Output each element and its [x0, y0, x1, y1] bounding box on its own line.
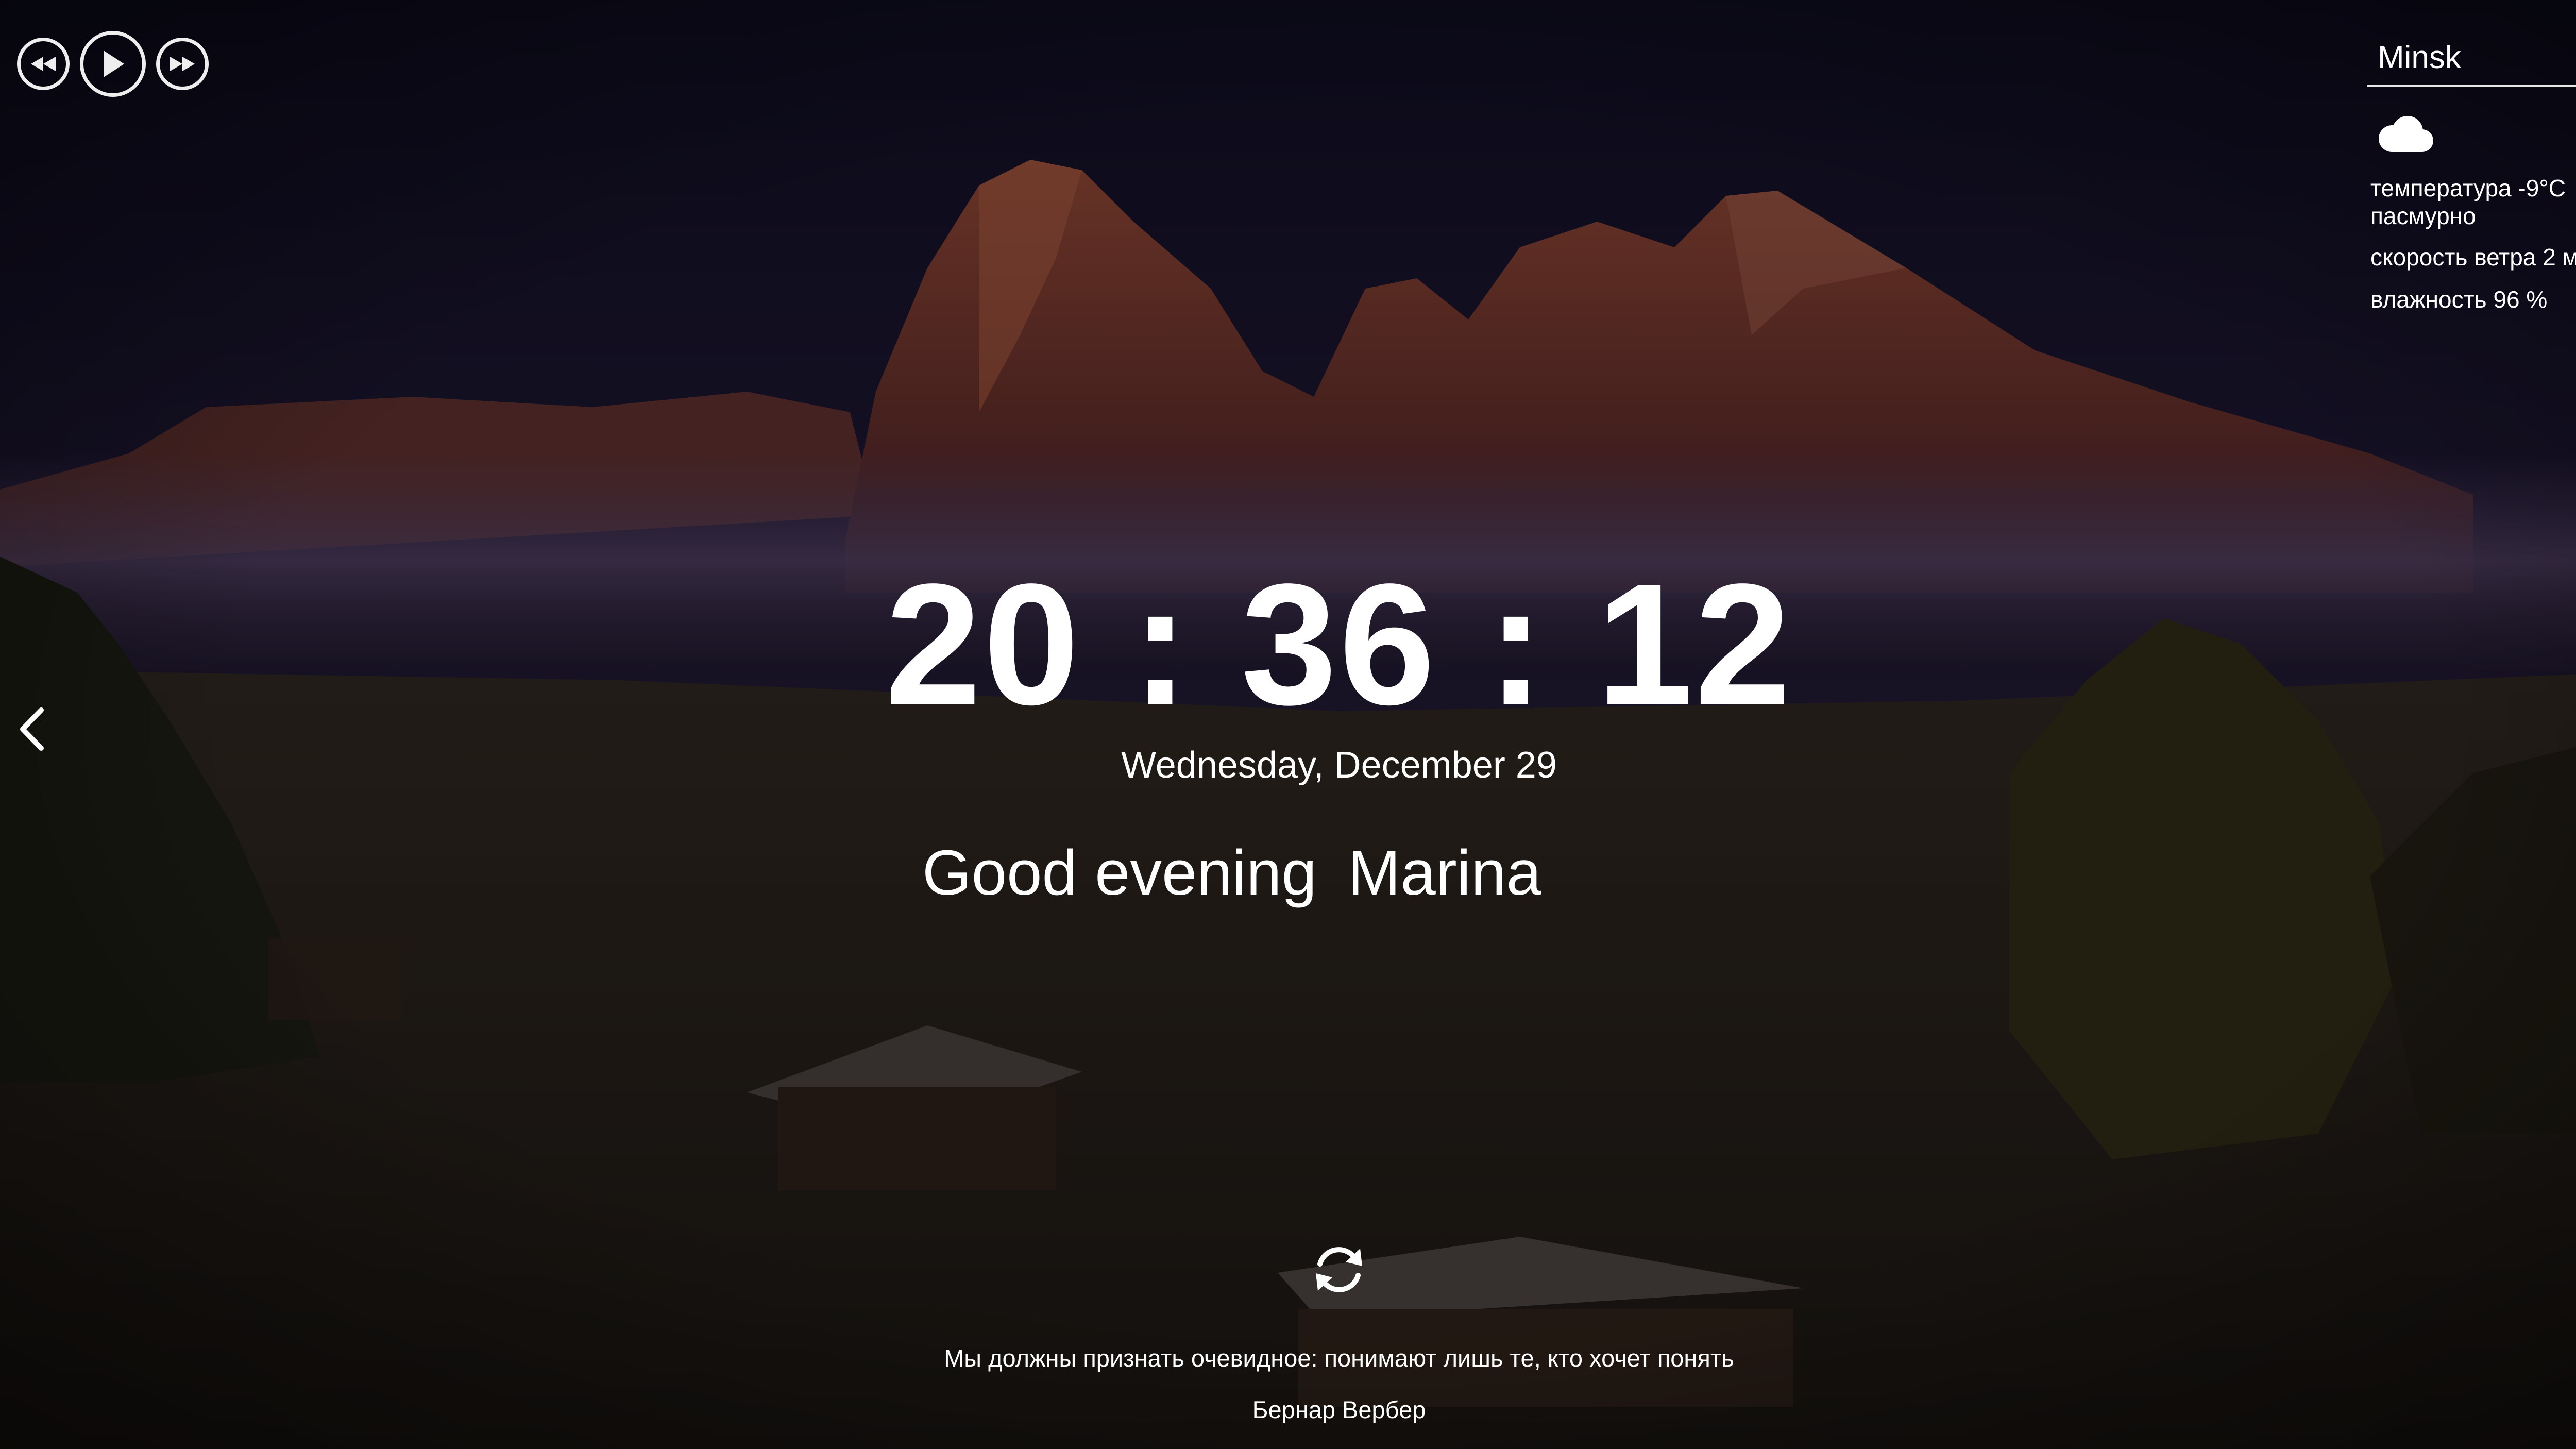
clock-time: 20 : 36 : 12	[885, 548, 1793, 740]
play-button[interactable]	[80, 31, 146, 97]
weather-wind: скорость ветра 2 м/с	[2370, 244, 2576, 271]
weather-humidity: влажность 96 %	[2370, 286, 2548, 313]
play-icon	[104, 50, 124, 77]
quote-author: Бернар Вербер	[1252, 1396, 1426, 1423]
clock-date: Wednesday, December 29	[1121, 745, 1557, 786]
greeting: Good evening Marina	[922, 832, 1541, 915]
change-quote-button[interactable]	[1309, 1239, 1369, 1300]
quote-text: Мы должны признать очевидное: понимают л…	[944, 1344, 1734, 1372]
prev-track-button[interactable]	[17, 38, 70, 90]
fast-forward-icon	[170, 57, 195, 71]
next-track-button[interactable]	[156, 38, 209, 90]
weather-description: пасмурно	[2370, 203, 2476, 229]
name-input[interactable]: Marina	[1348, 832, 1541, 915]
audio-player	[17, 31, 219, 97]
weather-temperature: температура -9°C	[2370, 175, 2566, 201]
rewind-icon	[31, 57, 56, 71]
momentum-page: Minsk температура -9°C пасмурно скорость…	[0, 0, 2576, 1449]
city-input[interactable]: Minsk	[2367, 36, 2576, 87]
greeting-text: Good evening	[922, 838, 1317, 908]
weather-widget: Minsk температура -9°C пасмурно скорость…	[2367, 36, 2576, 313]
cloud-icon	[2379, 116, 2433, 152]
refresh-icon	[1316, 1247, 1362, 1292]
